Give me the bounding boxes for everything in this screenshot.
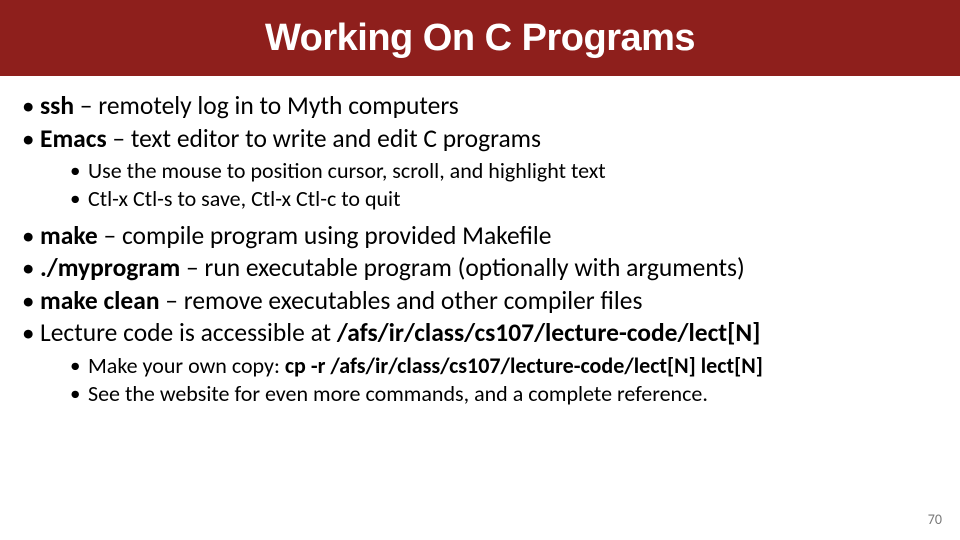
bullet-emacs-text: – text editor to write and edit C progra… [107, 123, 541, 154]
bullet-ssh-bold: ssh [40, 90, 74, 121]
copy-pre: Make your own copy: [88, 352, 285, 379]
bullet-clean-bold: make clean [40, 285, 160, 316]
emacs-sub-list: Use the mouse to position cursor, scroll… [68, 157, 942, 213]
lecture-sub-copy: Make your own copy: cp -r /afs/ir/class/… [68, 352, 942, 380]
emacs-sub-mouse: Use the mouse to position cursor, scroll… [68, 157, 942, 185]
bullet-emacs-bold: Emacs [40, 123, 107, 154]
bullet-run-text: – run executable program (optionally wit… [180, 252, 745, 283]
bullet-emacs: Emacs – text editor to write and edit C … [18, 123, 942, 214]
copy-command: cp -r /afs/ir/class/cs107/lecture-code/l… [285, 352, 763, 379]
bullet-ssh-text: – remotely log in to Myth computers [74, 90, 459, 121]
slide-title: Working On C Programs [265, 17, 695, 60]
bullet-clean-text: – remove executables and other compiler … [160, 285, 643, 316]
emacs-sub-keys: Ctl-x Ctl-s to save, Ctl-x Ctl-c to quit [68, 185, 942, 213]
bullet-make: make – compile program using provided Ma… [18, 220, 942, 253]
bullet-lecture-pre: Lecture code is accessible at [40, 317, 337, 348]
lecture-sub-website: See the website for even more commands, … [68, 380, 942, 408]
bullet-make-text: – compile program using provided Makefil… [98, 220, 552, 251]
page-number: 70 [928, 511, 942, 528]
bullet-run: ./myprogram – run executable program (op… [18, 252, 942, 285]
slide-body: ssh – remotely log in to Myth computers … [0, 76, 960, 408]
lecture-sub-list: Make your own copy: cp -r /afs/ir/class/… [68, 352, 942, 408]
bullet-make-bold: make [40, 220, 98, 251]
bullet-lecture-path: /afs/ir/class/cs107/lecture-code/lect[N] [337, 317, 761, 348]
bullet-run-bold: ./myprogram [40, 252, 180, 283]
slide-header: Working On C Programs [0, 0, 960, 76]
bullet-lecture: Lecture code is accessible at /afs/ir/cl… [18, 317, 942, 408]
bullet-ssh: ssh – remotely log in to Myth computers [18, 90, 942, 123]
bullet-list: ssh – remotely log in to Myth computers … [18, 90, 942, 408]
bullet-clean: make clean – remove executables and othe… [18, 285, 942, 318]
